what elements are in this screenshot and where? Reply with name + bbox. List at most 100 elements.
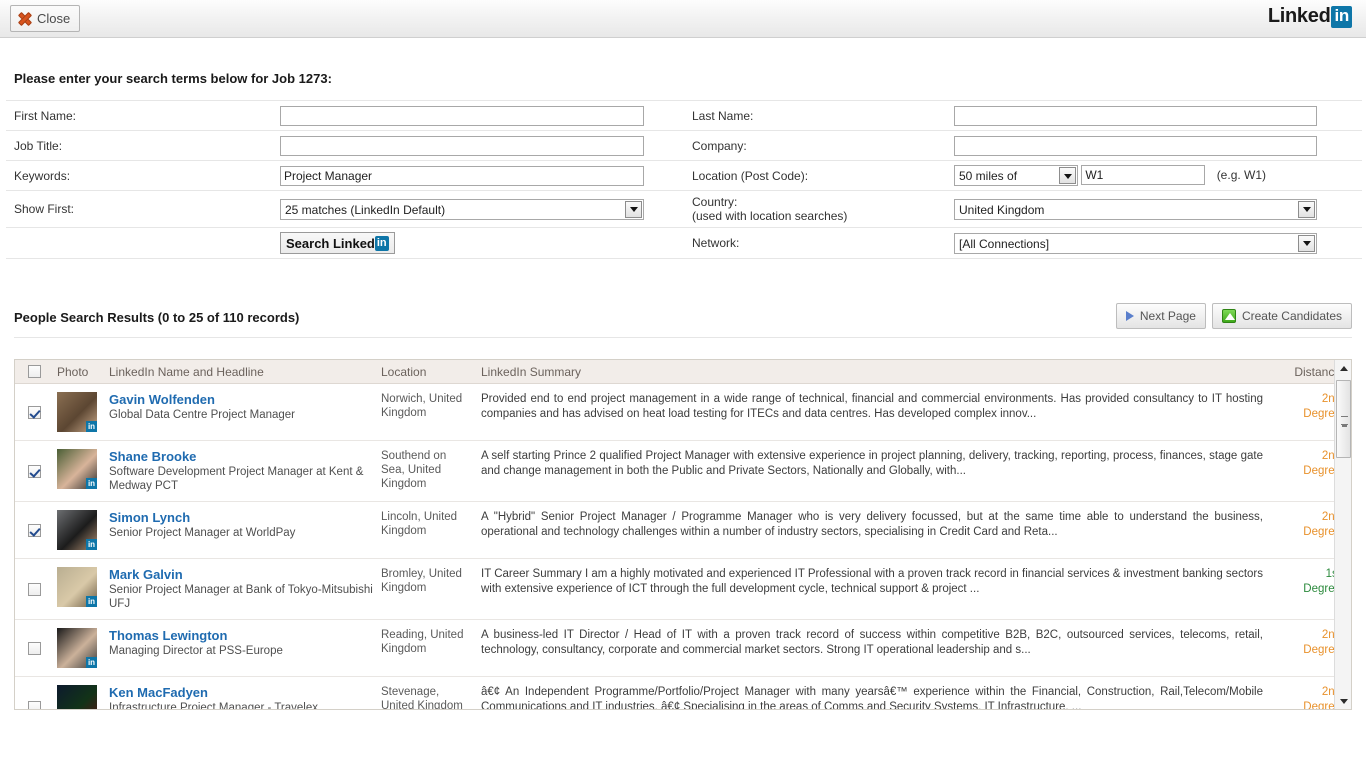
keywords-input[interactable] <box>280 165 644 186</box>
avatar: in <box>57 392 97 433</box>
row-summary-cell: A "Hybrid" Senior Project Manager / Prog… <box>477 510 1267 540</box>
row-photo-cell: in <box>53 567 105 608</box>
column-header-summary[interactable]: LinkedIn Summary <box>477 365 1267 379</box>
person-name-link[interactable]: Ken MacFadyen <box>109 685 373 700</box>
person-headline: Infrastructure Project Manager - Travele… <box>109 702 318 711</box>
results-scrollbar[interactable] <box>1334 360 1351 710</box>
network-select[interactable]: [All Connections] <box>954 232 1317 254</box>
first-name-label: First Name: <box>6 100 272 131</box>
table-row[interactable]: in Gavin Wolfenden Global Data Centre Proj… <box>15 384 1351 442</box>
close-button[interactable]: Close <box>10 5 81 32</box>
first-name-input[interactable] <box>280 105 644 126</box>
row-select-cell <box>15 405 53 419</box>
network-value: [All Connections] <box>959 236 1050 251</box>
row-checkbox[interactable] <box>27 700 41 710</box>
scroll-up-icon[interactable] <box>1335 360 1351 377</box>
column-header-location[interactable]: Location <box>377 365 477 379</box>
table-row[interactable]: in Mark Galvin Senior Project Manager at B… <box>15 559 1351 621</box>
results-actions: Next Page Create Candidates <box>1115 303 1352 330</box>
row-checkbox[interactable] <box>27 641 41 655</box>
column-header-name[interactable]: LinkedIn Name and Headline <box>105 365 377 379</box>
country-label: Country: (used with location searches) <box>684 190 946 228</box>
avatar: in <box>57 510 97 551</box>
row-checkbox[interactable] <box>27 464 41 478</box>
table-row[interactable]: in Simon Lynch Senior Project Manager at W… <box>15 502 1351 560</box>
linkedin-badge-icon: in <box>374 235 389 251</box>
job-title-label: Job Title: <box>6 130 272 161</box>
scroll-down-icon[interactable] <box>1335 692 1351 709</box>
scrollbar-thumb[interactable] <box>1336 380 1351 459</box>
person-summary: â€¢ An Independent Programme/Portfolio/P… <box>481 686 1263 711</box>
next-page-button[interactable]: Next Page <box>1115 303 1206 330</box>
person-location: Southend on Sea, United Kingdom <box>381 450 447 491</box>
page-title: Please enter your search terms below for… <box>14 71 332 86</box>
create-candidates-label: Create Candidates <box>1241 309 1342 324</box>
row-select-cell <box>15 700 53 710</box>
create-candidates-button[interactable]: Create Candidates <box>1211 303 1352 330</box>
person-summary: A "Hybrid" Senior Project Manager / Prog… <box>481 511 1263 539</box>
person-location: Bromley, United Kingdom <box>381 568 462 595</box>
row-checkbox[interactable] <box>27 405 41 419</box>
person-location: Norwich, United Kingdom <box>381 393 463 420</box>
network-cell: [All Connections] <box>946 227 1362 260</box>
country-select[interactable]: United Kingdom <box>954 198 1317 220</box>
table-row[interactable]: in Shane Brooke Software Development Proje… <box>15 441 1351 503</box>
person-name-link[interactable]: Thomas Lewington <box>109 628 373 643</box>
degree-badge: 2nd Degree <box>1303 686 1341 711</box>
select-all-checkbox[interactable] <box>27 365 41 379</box>
table-row[interactable]: in Ken MacFadyen Infrastructure Project Ma… <box>15 677 1351 710</box>
person-name-link[interactable]: Gavin Wolfenden <box>109 392 373 407</box>
company-label: Company: <box>684 130 946 161</box>
row-select-cell <box>15 641 53 655</box>
job-title-cell <box>272 130 684 161</box>
avatar: in <box>57 685 97 710</box>
search-linkedin-button[interactable]: Search Linked in <box>280 232 395 255</box>
show-first-value: 25 matches (LinkedIn Default) <box>285 202 446 217</box>
linkedin-badge-icon: in <box>86 421 97 433</box>
company-cell <box>946 130 1362 161</box>
row-summary-cell: Provided end to end project management i… <box>477 392 1267 422</box>
last-name-input[interactable] <box>954 105 1317 126</box>
network-label: Network: <box>684 227 946 260</box>
form-row-names: First Name: Last Name: <box>6 100 1362 131</box>
table-row[interactable]: in Thomas Lewington Managing Director at P… <box>15 620 1351 678</box>
person-headline: Software Development Project Manager at … <box>109 466 364 493</box>
top-toolbar: Close Linked in <box>0 0 1366 38</box>
section-divider <box>14 337 1352 339</box>
person-summary: Provided end to end project management i… <box>481 393 1263 421</box>
chevron-down-icon <box>625 200 642 218</box>
person-name-link[interactable]: Shane Brooke <box>109 449 373 464</box>
form-row-search-network: Search Linked in Network: [All Connection… <box>6 227 1362 260</box>
chevron-down-icon <box>1298 234 1315 252</box>
person-name-link[interactable]: Mark Galvin <box>109 567 373 582</box>
degree-badge: 2nd Degree <box>1303 450 1341 478</box>
show-first-select[interactable]: 25 matches (LinkedIn Default) <box>280 198 644 220</box>
row-checkbox[interactable] <box>27 582 41 596</box>
row-location-cell: Stevenage, United Kingdom <box>377 685 477 711</box>
form-row-title-company: Job Title: Company: <box>6 130 1362 161</box>
show-first-cell: 25 matches (LinkedIn Default) <box>272 190 684 228</box>
job-title-input[interactable] <box>280 135 644 156</box>
row-checkbox[interactable] <box>27 523 41 537</box>
person-add-icon <box>1221 309 1236 324</box>
row-name-cell: Ken MacFadyen Infrastructure Project Mana… <box>105 685 377 711</box>
play-arrow-icon <box>1125 311 1134 322</box>
person-location: Stevenage, United Kingdom <box>381 686 463 711</box>
person-name-link[interactable]: Simon Lynch <box>109 510 373 525</box>
linkedin-logo: Linked in <box>1268 5 1352 28</box>
postcode-input[interactable] <box>1081 165 1206 185</box>
country-label-sub: (used with location searches) <box>692 209 848 224</box>
first-name-cell <box>272 100 684 131</box>
row-name-cell: Simon Lynch Senior Project Manager at Wor… <box>105 510 377 540</box>
location-cell: 50 miles of (e.g. W1) <box>946 159 1362 191</box>
location-radius-select[interactable]: 50 miles of <box>954 165 1078 187</box>
chevron-down-icon <box>1298 200 1315 218</box>
next-page-label: Next Page <box>1139 309 1196 324</box>
company-input[interactable] <box>954 135 1317 156</box>
row-location-cell: Reading, United Kingdom <box>377 628 477 656</box>
column-header-photo[interactable]: Photo <box>53 365 105 379</box>
person-headline: Senior Project Manager at Bank of Tokyo-… <box>109 584 373 611</box>
keywords-cell <box>272 159 684 191</box>
linkedin-badge-icon: in <box>86 539 97 551</box>
last-name-cell <box>946 100 1362 131</box>
